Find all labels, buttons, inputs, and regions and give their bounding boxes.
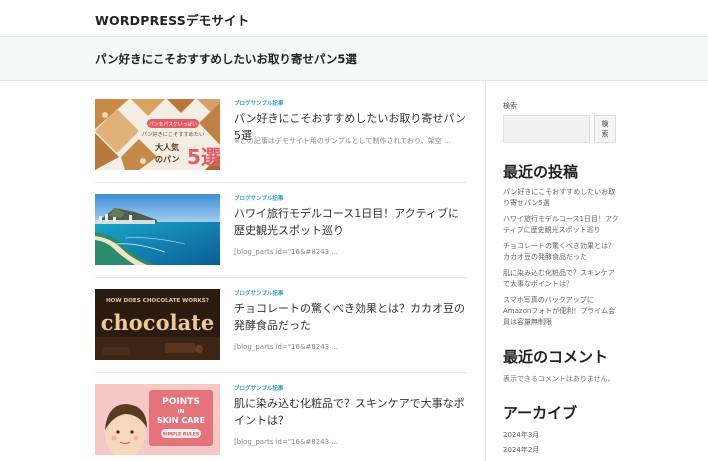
svg-text:パン好きにこそすすめたい: パン好きにこそすすめたい xyxy=(142,130,204,138)
search-label: 検索 xyxy=(503,102,517,110)
svg-text:HOW DOES CHOCOLATE WORKS?: HOW DOES CHOCOLATE WORKS? xyxy=(106,298,209,304)
svg-text:chocolate: chocolate xyxy=(101,310,215,335)
recent-posts-list: パン好きにこそおすすめしたいお取り寄せパン5選 ハワイ旅行モデルコース1日目！ア… xyxy=(503,187,621,333)
post-thumbnail-chocolate[interactable]: HOW DOES CHOCOLATE WORKS? chocolate xyxy=(95,289,220,360)
site-title[interactable]: WORDPRESSデモサイト xyxy=(95,10,250,29)
svg-text:SIMPLE RULES: SIMPLE RULES xyxy=(163,432,200,438)
post-title[interactable]: チョコレートの驚くべき効果とは？カカオ豆の発酵食品だった xyxy=(234,300,470,334)
svg-text:のパン: のパン xyxy=(155,154,179,164)
post-excerpt: [blog_parts id="16&#8243 ... xyxy=(234,248,338,256)
post-item: HOW DOES CHOCOLATE WORKS? chocolate ブログサ… xyxy=(95,289,467,362)
recent-post-link[interactable]: チョコレートの驚くべき効果とは？カカオ豆の発酵食品だった xyxy=(503,241,621,263)
svg-text:POINTS: POINTS xyxy=(162,397,200,407)
post-title[interactable]: ハワイ旅行モデルコース1日目！アクティブに歴史観光スポット巡り xyxy=(234,205,470,239)
post-excerpt: [blog_parts id="16&#8243 ... xyxy=(234,343,338,351)
recent-post-link[interactable]: ハワイ旅行モデルコース1日目！アクティブに歴史観光スポット巡り xyxy=(503,214,621,236)
page-title: パン好きにこそおすすめしたいお取り寄せパン5選 xyxy=(95,52,357,66)
svg-text:パンをバスケいっぱい: パンをバスケいっぱい xyxy=(149,121,197,128)
post-thumbnail-bread[interactable]: パンをバスケいっぱい パン好きにこそすすめたい 大人気 のパン 5選 xyxy=(95,99,220,170)
post-item: パンをバスケいっぱい パン好きにこそすすめたい 大人気 のパン 5選 ブログサン… xyxy=(95,99,467,172)
search-button[interactable]: 検 索 xyxy=(594,115,616,143)
post-excerpt: [blog_parts id="16&#8243 ... xyxy=(234,438,338,446)
post-category[interactable]: ブログサンプル記事 xyxy=(234,384,283,392)
post-excerpt: ※この記事はデモサイト用のサンプルとして制作されており、架空 ... xyxy=(234,137,451,145)
page-banner: パン好きにこそおすすめしたいお取り寄せパン5選 xyxy=(0,36,708,81)
post-thumbnail-hawaii[interactable] xyxy=(95,194,220,265)
post-divider xyxy=(95,182,467,183)
archive-link[interactable]: 2024年3月 xyxy=(503,430,539,440)
recent-post-link[interactable]: スマホ写真のバックアップにAmazonフォトが便利！プライム会員は容量無制限 xyxy=(503,295,621,328)
recent-post-link[interactable]: 肌に染み込む化粧品で？スキンケアで大事なポイントは？ xyxy=(503,268,621,290)
svg-text:5選: 5選 xyxy=(187,145,220,169)
post-thumbnail-skincare[interactable]: POINTS IN SKIN CARE SIMPLE RULES xyxy=(95,384,220,455)
archive-title: アーカイブ xyxy=(503,404,578,422)
recent-post-link[interactable]: パン好きにこそおすすめしたいお取り寄せパン5選 xyxy=(503,187,621,209)
svg-text:大人気: 大人気 xyxy=(155,142,179,152)
site-header: WORDPRESSデモサイト xyxy=(0,0,708,36)
post-category[interactable]: ブログサンプル記事 xyxy=(234,194,283,202)
svg-text:SKIN CARE: SKIN CARE xyxy=(157,416,205,425)
post-category[interactable]: ブログサンプル記事 xyxy=(234,289,283,297)
archive-link[interactable]: 2024年2月 xyxy=(503,445,539,455)
no-comments-text: 表示できるコメントはありません。 xyxy=(503,375,615,383)
post-category[interactable]: ブログサンプル記事 xyxy=(234,99,283,107)
post-title[interactable]: 肌に染み込む化粧品で？スキンケアで大事なポイントは？ xyxy=(234,395,470,429)
post-divider xyxy=(95,277,467,278)
svg-text:IN: IN xyxy=(178,409,185,415)
recent-posts-title: 最近の投稿 xyxy=(503,163,579,181)
recent-comments-title: 最近のコメント xyxy=(503,348,609,366)
post-item: POINTS IN SKIN CARE SIMPLE RULES ブログサンプル… xyxy=(95,384,467,461)
post-item: ブログサンプル記事 ハワイ旅行モデルコース1日目！アクティブに歴史観光スポット巡… xyxy=(95,194,467,267)
search-input[interactable] xyxy=(503,115,590,143)
post-divider xyxy=(95,372,467,373)
sidebar-divider xyxy=(485,81,486,461)
